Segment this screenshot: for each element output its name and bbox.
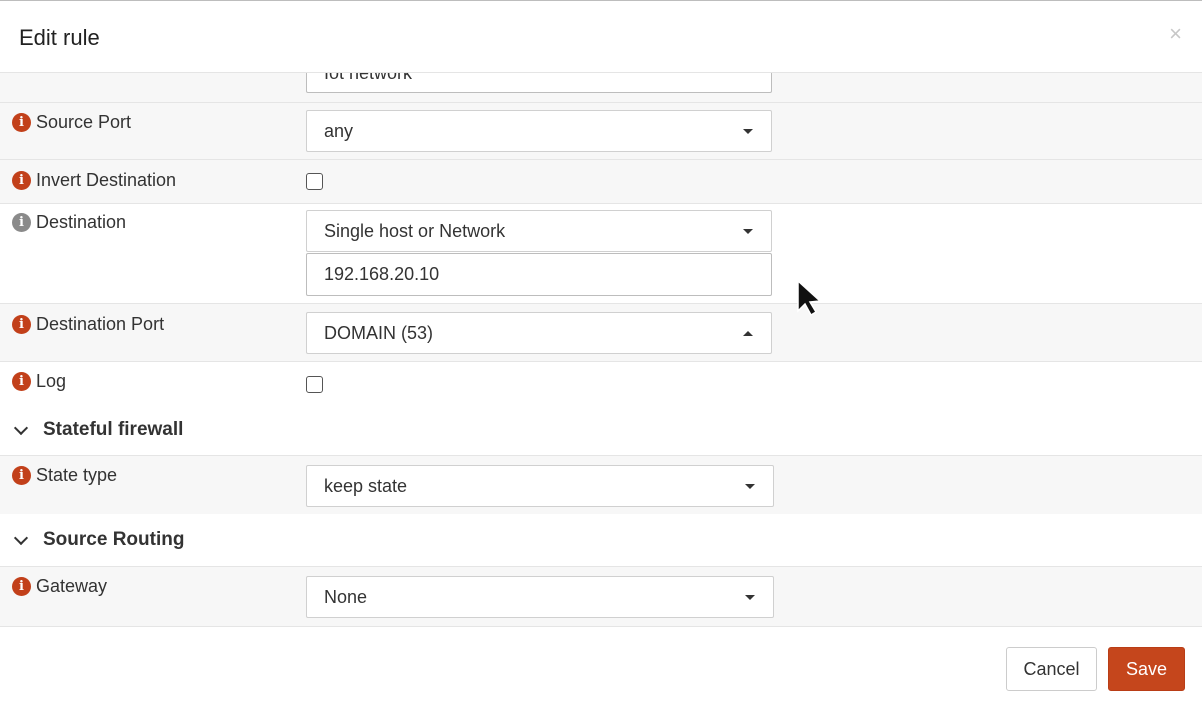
log-checkbox[interactable]: [306, 376, 323, 393]
gateway-label: i Gateway: [12, 576, 107, 597]
log-label: i Log: [12, 371, 66, 392]
destination-select[interactable]: Single host or Network: [306, 210, 772, 252]
destination-port-value: DOMAIN (53): [324, 322, 434, 343]
dialog-body: Iot network i Source Port any i Invert D…: [0, 73, 1202, 626]
source-input[interactable]: Iot network: [306, 73, 772, 93]
destination-label: i Destination: [12, 212, 126, 233]
info-icon[interactable]: i: [12, 315, 31, 334]
info-icon[interactable]: i: [12, 213, 31, 232]
destination-address-input[interactable]: 192.168.20.10: [306, 253, 772, 296]
state-type-select[interactable]: keep state: [306, 465, 774, 507]
stateful-firewall-section: Stateful firewall: [0, 406, 1202, 456]
chevron-down-icon: [13, 530, 29, 546]
destination-row: i Destination Single host or Network 192…: [0, 204, 1202, 304]
destination-address-value: 192.168.20.10: [324, 264, 440, 284]
destination-port-row: i Destination Port DOMAIN (53): [0, 304, 1202, 362]
chevron-down-icon: [13, 420, 29, 436]
caret-up-icon: [743, 331, 753, 336]
destination-port-select[interactable]: DOMAIN (53): [306, 312, 772, 354]
destination-port-label-text: Destination Port: [36, 314, 165, 334]
invert-destination-label: i Invert Destination: [12, 170, 176, 191]
source-port-select[interactable]: any: [306, 110, 772, 152]
destination-label-text: Destination: [36, 212, 127, 232]
stateful-firewall-title: Stateful firewall: [43, 419, 184, 440]
close-icon[interactable]: ×: [1169, 23, 1182, 45]
caret-down-icon: [743, 129, 753, 134]
stateful-firewall-toggle[interactable]: Stateful firewall: [12, 419, 183, 441]
save-button[interactable]: Save: [1108, 647, 1185, 691]
dialog-header: Edit rule ×: [0, 1, 1202, 73]
source-value: Iot network: [324, 73, 412, 84]
state-type-row: i State type keep state: [0, 456, 1202, 514]
source-port-label-text: Source Port: [36, 112, 132, 132]
info-icon[interactable]: i: [12, 577, 31, 596]
gateway-label-text: Gateway: [36, 576, 108, 596]
info-icon[interactable]: i: [12, 466, 31, 485]
invert-destination-label-text: Invert Destination: [36, 170, 177, 190]
caret-down-icon: [745, 595, 755, 600]
invert-destination-checkbox[interactable]: [306, 173, 323, 190]
state-type-label: i State type: [12, 465, 117, 486]
cancel-button[interactable]: Cancel: [1006, 647, 1097, 691]
state-type-label-text: State type: [36, 465, 118, 485]
dialog-title: Edit rule: [19, 25, 100, 50]
caret-down-icon: [743, 229, 753, 234]
source-routing-section: Source Routing: [0, 514, 1202, 567]
dialog-footer: Cancel Save: [0, 626, 1202, 709]
mouse-cursor-icon: [797, 279, 822, 317]
source-row: Iot network: [0, 73, 1202, 103]
edit-rule-dialog: Edit rule × Iot network i Source Port an…: [0, 0, 1202, 709]
info-icon[interactable]: i: [12, 171, 31, 190]
source-routing-title: Source Routing: [43, 529, 185, 550]
source-port-value: any: [324, 120, 354, 141]
log-row: i Log: [0, 362, 1202, 406]
destination-port-label: i Destination Port: [12, 314, 164, 335]
destination-value: Single host or Network: [324, 220, 506, 241]
invert-destination-row: i Invert Destination: [0, 160, 1202, 204]
info-icon[interactable]: i: [12, 113, 31, 132]
caret-down-icon: [745, 484, 755, 489]
source-routing-toggle[interactable]: Source Routing: [12, 529, 184, 551]
state-type-value: keep state: [324, 475, 408, 496]
info-icon[interactable]: i: [12, 372, 31, 391]
source-port-row: i Source Port any: [0, 103, 1202, 160]
log-label-text: Log: [36, 371, 67, 391]
gateway-select[interactable]: None: [306, 576, 774, 618]
source-port-label: i Source Port: [12, 112, 131, 133]
gateway-row: i Gateway None: [0, 567, 1202, 626]
gateway-value: None: [324, 586, 368, 607]
